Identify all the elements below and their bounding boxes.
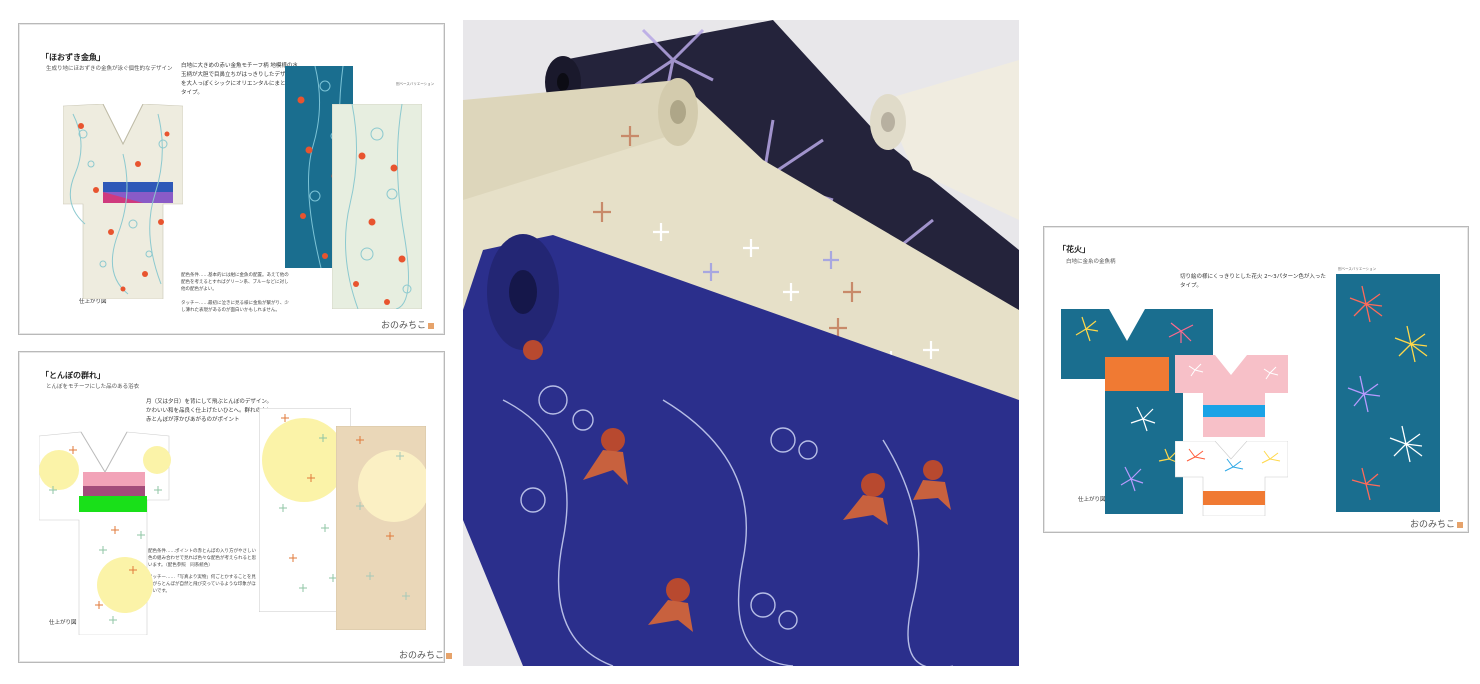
dragonfly-swatch-beige — [336, 426, 426, 630]
panel-goldfish-note-2: タッチー……最初に泣きに見る様に金魚が繋がり、少し薄れた表現があるのが面白いかも… — [181, 301, 289, 313]
panel-goldfish-subtitle: 生成り地にほおずきの金魚が泳ぐ個性的なデザイン — [46, 66, 173, 72]
fireworks-swatch-teal — [1336, 274, 1440, 512]
panel-fireworks-signature: おのみちこ — [1410, 517, 1464, 530]
goldfish-kimono-illustration — [63, 104, 183, 299]
panel-goldfish-swatch-label: 別ベースバリエーション — [396, 82, 435, 86]
panel-goldfish-signature: おのみちこ — [381, 318, 435, 331]
panel-dragonfly-signature: おのみちこ — [399, 648, 453, 661]
panel-fireworks-swatch-label: 別ベースバリエーション — [1338, 267, 1377, 271]
fireworks-kimono-white — [1175, 441, 1288, 516]
panel-fireworks-title: 「花火」 — [1058, 245, 1090, 254]
fireworks-kimono-pink — [1175, 355, 1288, 437]
panel-dragonfly-title: 「とんぼの群れ」 — [41, 371, 105, 380]
panel-fireworks-subtitle: 白地に金糸の金魚柄 — [1066, 259, 1116, 265]
panel-dragonfly: 「とんぼの群れ」 とんぼをモチーフにした品のある浴衣 月（又は夕日）を背にして飛… — [18, 351, 453, 663]
goldfish-swatch-cream — [332, 104, 422, 309]
fabric-rolls-photo — [463, 20, 1019, 666]
panel-dragonfly-subtitle: とんぼをモチーフにした品のある浴衣 — [46, 384, 140, 390]
panel-goldfish: 「ほおずき金魚」 生成り地にほおずきの金魚が泳ぐ個性的なデザイン 白地に大きめの… — [18, 23, 445, 335]
panel-dragonfly-body: 月（又は夕日）を背にして飛ぶとんぼのデザイン。かわいい和を品良く仕上げたいひとへ… — [146, 399, 273, 423]
panel-goldfish-note-1: 配色条件……基本的には紺に金魚の配置。あえて他の配色を考えるとすればグリーン系、… — [181, 273, 289, 292]
panel-fireworks-body: 切り絵の様にくっきりとした花火 2〜3パターン色が入ったタイプ。 — [1180, 274, 1326, 289]
dragonfly-kimono-illustration — [39, 431, 171, 635]
panel-goldfish-title: 「ほおずき金魚」 — [41, 53, 105, 62]
panel-fireworks: 「花火」 白地に金糸の金魚柄 切り絵の様にくっきりとした花火 2〜3パターン色が… — [1043, 226, 1469, 533]
panel-goldfish-body: 白地に大きめの赤い金魚モチーフ柄 地模様の水玉柄が大胆で目鼻立ちがはっきりしたデ… — [181, 63, 298, 96]
